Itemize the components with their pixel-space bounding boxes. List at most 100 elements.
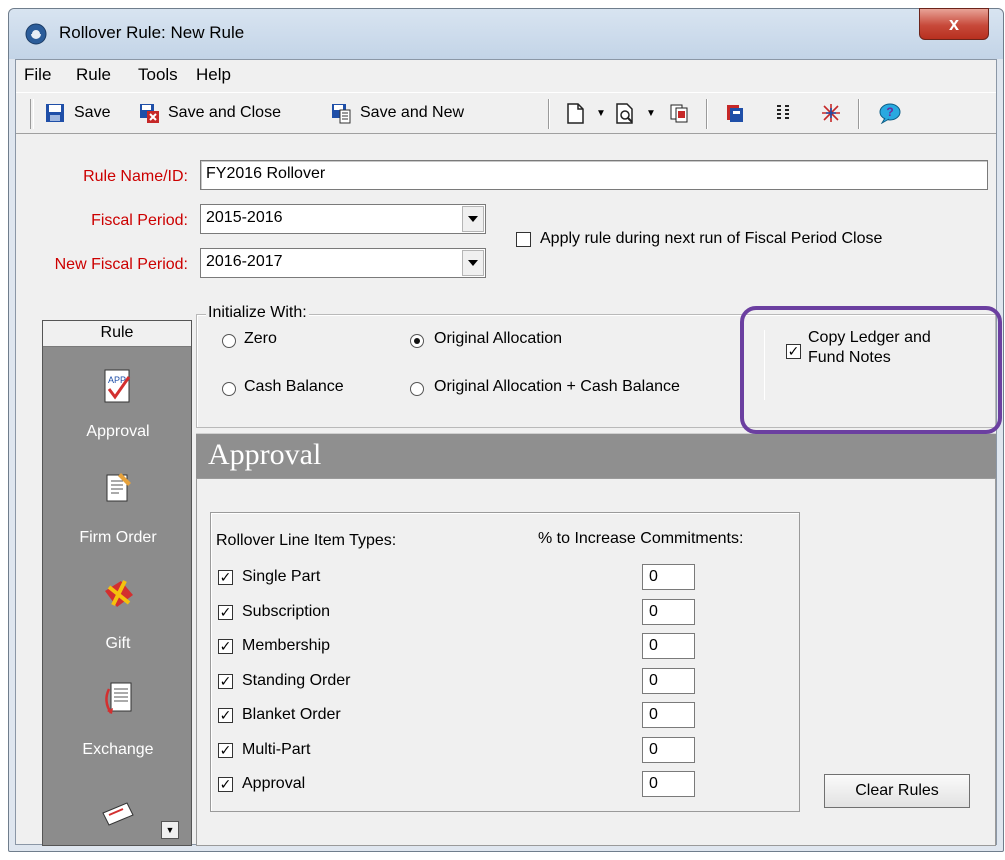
fiscal-period-label: Fiscal Period: — [91, 212, 188, 229]
firm-order-icon — [106, 473, 131, 502]
toolbar-separator — [706, 99, 708, 129]
radio-cash-balance[interactable] — [222, 382, 236, 396]
radio-cash-balance-label: Cash Balance — [244, 378, 344, 395]
initialize-with-legend: Initialize With: — [206, 304, 309, 322]
line-item-label: Multi-Part — [242, 741, 311, 758]
save-and-new-label: Save and New — [360, 104, 465, 121]
menu-file[interactable]: File — [24, 65, 51, 85]
sidebar-item-approval[interactable]: Approval — [43, 423, 193, 441]
percent-increase-input[interactable]: 0 — [642, 771, 695, 797]
copy-document-icon — [670, 104, 688, 123]
line-item-checkbox[interactable]: ✓ — [218, 639, 233, 654]
sidebar-header: Rule — [43, 321, 191, 347]
save-and-new-button[interactable]: Save and New — [330, 98, 464, 128]
rule-name-label: Rule Name/ID: — [83, 168, 188, 185]
percent-increase-input[interactable]: 0 — [642, 633, 695, 659]
window-title: Rollover Rule: New Rule — [59, 23, 245, 42]
percent-increase-input[interactable]: 0 — [642, 564, 695, 590]
help-icon: ? — [879, 103, 901, 124]
toolbar-separator — [858, 99, 860, 129]
radio-zero[interactable] — [222, 334, 236, 348]
save-icon — [46, 104, 64, 122]
copy-rule-button[interactable] — [668, 98, 690, 128]
approval-section-title: Approval — [208, 438, 322, 471]
new-fiscal-period-label: New Fiscal Period: — [54, 256, 188, 273]
approval-document-icon: APP — [104, 369, 131, 403]
line-item-checkbox[interactable]: ✓ — [218, 743, 233, 758]
percent-increase-input[interactable]: 0 — [642, 702, 695, 728]
line-item-label: Membership — [242, 637, 331, 654]
fiscal-period-select[interactable]: 2015-2016 — [200, 204, 486, 234]
toolbar: Save Save and Close Save and New ▼ ▼ ? — [16, 92, 996, 134]
sidebar-item-gift[interactable]: Gift — [43, 635, 193, 653]
menu-help[interactable]: Help — [196, 65, 231, 85]
close-button[interactable]: x — [919, 8, 989, 40]
radio-original-allocation-cash-balance[interactable] — [410, 382, 424, 396]
line-item-label: Approval — [242, 775, 306, 792]
save-and-close-button[interactable]: Save and Close — [138, 98, 281, 128]
toolbar-grip[interactable] — [30, 99, 34, 129]
radio-zero-label: Zero — [244, 330, 277, 347]
menu-rule[interactable]: Rule — [76, 65, 111, 85]
radio-original-allocation-cash-balance-label: Original Allocation + Cash Balance — [434, 378, 680, 395]
sidebar-item-firm-order[interactable]: Firm Order — [43, 529, 193, 547]
rule-sidebar: Rule APP Approval Firm Order Gift Exchan… — [42, 320, 192, 846]
rule-name-input[interactable]: FY2016 Rollover — [200, 160, 988, 190]
save-label: Save — [74, 104, 111, 121]
sidebar-item-exchange[interactable]: Exchange — [43, 741, 193, 759]
menu-bar: File Rule Tools Help — [16, 60, 996, 90]
new-fiscal-period-select[interactable]: 2016-2017 — [200, 248, 486, 278]
fiscal-period-value: 2015-2016 — [206, 209, 283, 226]
line-item-types-box — [210, 512, 800, 812]
line-item-checkbox[interactable]: ✓ — [218, 605, 233, 620]
client-area: File Rule Tools Help Save Save and Close — [15, 59, 997, 846]
exchange-icon — [105, 682, 132, 714]
highlight-annotation — [740, 306, 1002, 434]
new-fiscal-period-value: 2016-2017 — [206, 253, 283, 270]
line-item-checkbox[interactable]: ✓ — [218, 570, 233, 585]
toolbar-separator — [548, 99, 550, 129]
line-item-checkbox[interactable]: ✓ — [218, 708, 233, 723]
new-document-icon — [567, 103, 584, 124]
app-icon — [25, 23, 47, 45]
percent-increase-input[interactable]: 0 — [642, 599, 695, 625]
asterisk-icon — [822, 104, 840, 122]
columns-button[interactable] — [772, 98, 794, 128]
chevron-down-icon[interactable]: ▼ — [646, 108, 656, 119]
line-item-checkbox[interactable]: ✓ — [218, 777, 233, 792]
chevron-down-icon[interactable] — [462, 250, 484, 276]
line-item-label: Single Part — [242, 568, 321, 585]
new-document-button[interactable]: ▼ — [564, 98, 606, 128]
approval-section-header: Approval — [196, 433, 996, 478]
line-item-label: Standing Order — [242, 672, 351, 689]
asterisk-button[interactable] — [820, 98, 842, 128]
sidebar-scroll-down-button[interactable]: ▼ — [161, 821, 179, 839]
close-icon: x — [948, 13, 959, 34]
line-item-label: Subscription — [242, 603, 331, 620]
help-button[interactable]: ? — [876, 98, 902, 128]
title-bar[interactable]: Rollover Rule: New Rule x — [9, 8, 1003, 59]
apply-rule-label: Apply rule during next run of Fiscal Per… — [540, 230, 883, 247]
print-preview-icon — [616, 103, 633, 124]
svg-text:?: ? — [886, 105, 893, 119]
menu-tools[interactable]: Tools — [138, 65, 178, 85]
radio-original-allocation[interactable] — [410, 334, 424, 348]
clear-rules-button[interactable]: Clear Rules — [824, 774, 970, 808]
save-new-icon — [332, 104, 351, 124]
report-icon — [727, 105, 743, 122]
clear-rules-label: Clear Rules — [855, 782, 939, 799]
percent-increase-header: % to Increase Commitments: — [538, 530, 744, 547]
percent-increase-input[interactable]: 0 — [642, 668, 695, 694]
save-button[interactable]: Save — [44, 98, 110, 128]
gift-icon — [105, 580, 133, 607]
apply-rule-checkbox[interactable] — [516, 232, 531, 247]
line-item-checkbox[interactable]: ✓ — [218, 674, 233, 689]
print-preview-button[interactable]: ▼ — [614, 98, 656, 128]
percent-increase-input[interactable]: 0 — [642, 737, 695, 763]
save-and-close-label: Save and Close — [168, 104, 281, 121]
chevron-down-icon[interactable] — [462, 206, 484, 232]
report-button[interactable] — [724, 98, 746, 128]
columns-icon — [777, 105, 789, 119]
ticket-icon — [102, 802, 134, 826]
chevron-down-icon[interactable]: ▼ — [596, 108, 606, 119]
